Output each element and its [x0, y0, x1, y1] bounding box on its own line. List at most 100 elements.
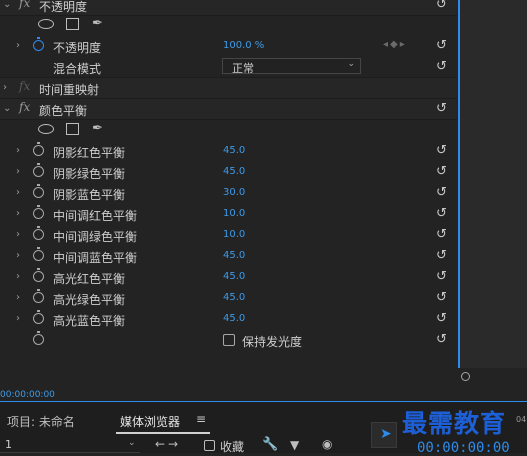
expand-chevron-icon[interactable]: › [16, 40, 20, 51]
current-timecode[interactable]: 00:00:00:00 [0, 390, 55, 400]
param-value[interactable]: 45.0 [223, 250, 245, 261]
param-label: 高光红色平衡 [53, 272, 126, 286]
rectangle-mask-icon[interactable] [66, 123, 79, 135]
pen-mask-icon[interactable]: ✒ [92, 121, 103, 136]
selection-tool-button[interactable]: ➤ [371, 422, 397, 448]
param-value[interactable]: 30.0 [223, 187, 245, 198]
fx-icon[interactable]: fx [19, 100, 30, 114]
color-balance-section-header[interactable]: ⌄ fx 颜色平衡 ↺ [0, 99, 457, 120]
stopwatch-icon[interactable] [33, 163, 44, 177]
stopwatch-icon[interactable] [33, 331, 44, 345]
param-label: 混合模式 [53, 62, 102, 76]
param-row: › 中间调绿色平衡 10.0 ↺ [0, 225, 457, 246]
section-title: 不透明度 [39, 0, 88, 14]
wrench-icon[interactable]: 🔧 [262, 437, 278, 452]
param-value[interactable]: 10.0 [223, 208, 245, 219]
param-value[interactable]: 100.0 % [223, 40, 264, 51]
tab-project[interactable]: 项目: 未命名 [7, 413, 75, 430]
reset-icon[interactable]: ↺ [436, 101, 447, 116]
expand-chevron-icon[interactable]: › [16, 229, 20, 240]
tab-media-browser[interactable]: 媒体浏览器 [120, 413, 180, 430]
fx-icon[interactable]: fx [19, 0, 30, 10]
param-row: › 中间调红色平衡 10.0 ↺ [0, 204, 457, 225]
keyframe-nav-icon[interactable]: ◂◆▸ [383, 39, 407, 50]
reset-icon[interactable]: ↺ [436, 248, 447, 263]
stopwatch-icon[interactable] [33, 37, 44, 51]
expand-chevron-icon[interactable]: ⌄ [3, 0, 11, 10]
reset-icon[interactable]: ↺ [436, 0, 447, 12]
hamburger-menu-icon[interactable]: ≡ [196, 412, 206, 426]
param-row: › 高光蓝色平衡 45.0 ↺ [0, 309, 457, 330]
reset-icon[interactable]: ↺ [436, 59, 447, 74]
section-title: 时间重映射 [39, 83, 100, 97]
param-label: 不透明度 [53, 41, 102, 55]
blend-mode-select[interactable]: 正常 ⌄ [222, 58, 361, 75]
stopwatch-icon[interactable] [33, 310, 44, 324]
chevron-down-icon: ⌄ [347, 59, 355, 69]
fx-icon[interactable]: fx [19, 79, 30, 93]
param-label: 高光绿色平衡 [53, 293, 126, 307]
param-row: › 阴影绿色平衡 45.0 ↺ [0, 162, 457, 183]
stopwatch-icon[interactable] [33, 289, 44, 303]
reset-icon[interactable]: ↺ [436, 290, 447, 305]
panel-number: 04 [516, 415, 527, 424]
stopwatch-icon[interactable] [33, 142, 44, 156]
param-value[interactable]: 45.0 [223, 145, 245, 156]
reset-icon[interactable]: ↺ [436, 38, 447, 53]
expand-chevron-icon[interactable]: › [16, 250, 20, 261]
stopwatch-icon[interactable] [33, 247, 44, 261]
location-select[interactable]: 1 ⌄ [0, 436, 140, 453]
filter-icon[interactable]: ▼ [290, 438, 299, 452]
program-timecode[interactable]: 00:00:00:00 [417, 440, 510, 456]
expand-chevron-icon[interactable]: › [16, 145, 20, 156]
param-label: 阴影蓝色平衡 [53, 188, 126, 202]
eye-icon[interactable]: ◉ [322, 437, 332, 451]
param-value[interactable]: 45.0 [223, 166, 245, 177]
expand-chevron-icon[interactable]: › [16, 271, 20, 282]
reset-icon[interactable]: ↺ [436, 206, 447, 221]
param-label: 中间调蓝色平衡 [53, 251, 138, 265]
preserve-luminosity-checkbox[interactable] [223, 334, 235, 346]
ellipse-mask-icon[interactable] [38, 124, 54, 134]
stopwatch-icon[interactable] [33, 268, 44, 282]
reset-icon[interactable]: ↺ [436, 164, 447, 179]
param-value[interactable]: 10.0 [223, 229, 245, 240]
favorites-label: 收藏 [220, 440, 245, 454]
param-value[interactable]: 45.0 [223, 271, 245, 282]
rectangle-mask-icon[interactable] [66, 18, 79, 30]
expand-chevron-icon[interactable]: › [16, 313, 20, 324]
expand-chevron-icon[interactable]: ⌄ [3, 103, 11, 114]
param-value[interactable]: 45.0 [223, 292, 245, 303]
expand-chevron-icon[interactable]: › [16, 292, 20, 303]
reset-icon[interactable]: ↺ [436, 332, 447, 347]
param-row: › 阴影蓝色平衡 30.0 ↺ [0, 183, 457, 204]
param-value[interactable]: 45.0 [223, 313, 245, 324]
media-browser-toolbar: 1 ⌄ ←→ 收藏 🔧 ▼ ◉ [0, 436, 400, 454]
param-row: › 中间调蓝色平衡 45.0 ↺ [0, 246, 457, 267]
reset-icon[interactable]: ↺ [436, 143, 447, 158]
stopwatch-icon[interactable] [33, 184, 44, 198]
pen-mask-icon[interactable]: ✒ [92, 16, 103, 31]
stopwatch-icon[interactable] [33, 226, 44, 240]
param-label: 中间调红色平衡 [53, 209, 138, 223]
zoom-handle-icon[interactable] [461, 372, 470, 381]
time-remap-section-header[interactable]: › fx 时间重映射 [0, 78, 457, 99]
favorites-checkbox[interactable] [204, 440, 215, 451]
reset-icon[interactable]: ↺ [436, 311, 447, 326]
expand-chevron-icon[interactable]: › [16, 208, 20, 219]
reset-icon[interactable]: ↺ [436, 227, 447, 242]
expand-chevron-icon[interactable]: › [3, 82, 7, 93]
reset-icon[interactable]: ↺ [436, 269, 447, 284]
checkbox-label: 保持发光度 [242, 335, 303, 349]
ellipse-mask-icon[interactable] [38, 19, 54, 29]
expand-chevron-icon[interactable]: › [16, 187, 20, 198]
opacity-param-row: › 不透明度 100.0 % ◂◆▸ ↺ [0, 36, 457, 57]
stopwatch-icon[interactable] [33, 205, 44, 219]
opacity-section-header[interactable]: ⌄ fx 不透明度 ↺ [0, 0, 457, 16]
keyframe-timeline-area[interactable] [460, 0, 527, 368]
expand-chevron-icon[interactable]: › [16, 166, 20, 177]
section-title: 颜色平衡 [39, 104, 88, 118]
back-forward-arrows-icon[interactable]: ←→ [155, 437, 181, 451]
reset-icon[interactable]: ↺ [436, 185, 447, 200]
cursor-arrow-icon: ➤ [380, 426, 392, 442]
